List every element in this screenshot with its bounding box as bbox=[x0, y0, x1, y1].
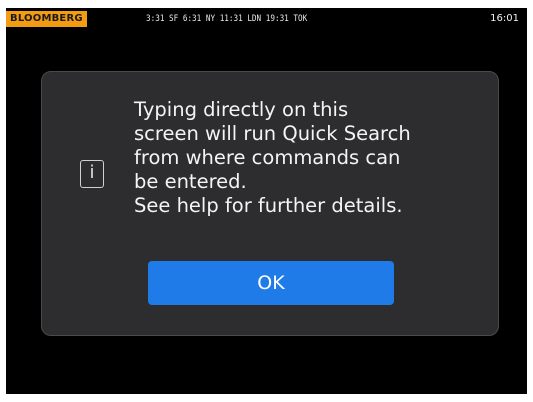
terminal-screen: BLOOMBERG 3:31 SF 6:31 NY 11:31 LDN 19:3… bbox=[6, 8, 527, 394]
info-dialog: i Typing directly on this screen will ru… bbox=[41, 71, 499, 336]
message-line: See help for further details. bbox=[134, 194, 403, 217]
message-line: Typing directly on this bbox=[134, 98, 349, 121]
top-bar: BLOOMBERG 3:31 SF 6:31 NY 11:31 LDN 19:3… bbox=[6, 8, 527, 30]
message-line: be entered. bbox=[134, 170, 247, 193]
world-clocks: 3:31 SF 6:31 NY 11:31 LDN 19:31 TOK bbox=[146, 14, 308, 24]
brand-badge: BLOOMBERG bbox=[6, 11, 87, 27]
dialog-message: Typing directly on this screen will run … bbox=[134, 98, 486, 218]
message-line: screen will run Quick Search bbox=[134, 122, 411, 145]
current-time: 16:01 bbox=[490, 13, 519, 24]
message-line: from where commands can bbox=[134, 146, 401, 169]
info-icon: i bbox=[80, 160, 104, 188]
ok-button[interactable]: OK bbox=[148, 261, 394, 305]
